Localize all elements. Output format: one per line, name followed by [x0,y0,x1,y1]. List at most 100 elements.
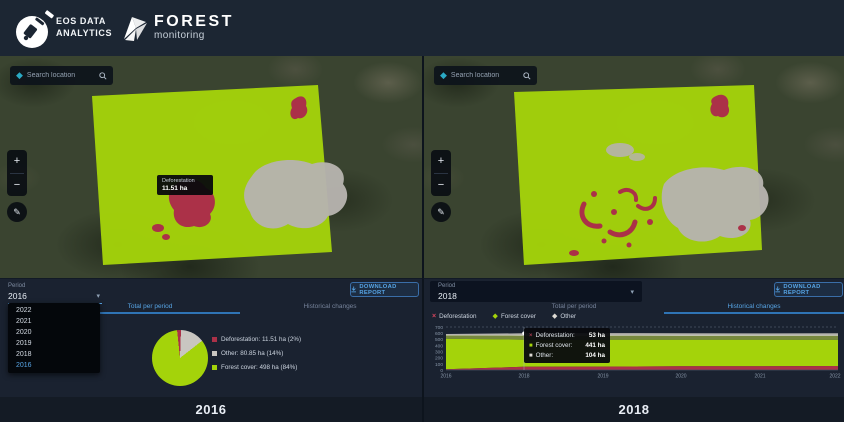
legend-marker-diamond: ◆ [552,313,557,320]
y-tick: 100 [435,362,443,368]
tooltip-label: Other: [536,352,554,359]
eos-logo-line1: EOS DATA [56,15,112,27]
legend-label: Other [560,313,576,320]
download-report-button[interactable]: DOWNLOAD REPORT [350,282,419,297]
legend-item-deforestation: Deforestation: 11.51 ha (2%) [212,336,301,343]
map-tooltip-title: Deforestation [162,178,208,184]
chevron-down-icon: ▾ [96,292,100,300]
other-area-small [606,143,634,157]
download-report-button[interactable]: DOWNLOAD REPORT [774,282,843,297]
panel-tabs-left: Total per period Historical changes [60,301,420,314]
map-2018[interactable]: ◆ + − ✎ [422,56,844,278]
search-input-right[interactable] [451,72,519,79]
tooltip-row-forest-cover: ■ Forest cover: 441 ha [529,342,605,349]
legend-item-forest-cover: ◆ Forest cover [493,313,536,320]
period-select-right[interactable]: Period 2018 ▾ [430,281,642,302]
search-box-right[interactable]: ◆ [434,66,537,85]
download-report-label: DOWNLOAD REPORT [359,284,418,296]
tooltip-row-other: ■ Other: 104 ha [529,352,605,359]
period-option-selected[interactable]: 2016 [8,360,100,371]
search-box-left[interactable]: ◆ [10,66,113,85]
forest-logo-title: FOREST [154,13,234,30]
tooltip-value: 104 ha [585,352,605,359]
period-option[interactable]: 2018 [8,349,100,360]
legend-marker-diamond: ◆ [493,313,498,320]
caption-year-2016: 2016 [196,402,227,417]
y-tick: 700 [435,325,443,331]
search-icon[interactable] [523,72,531,80]
legend-label: Other: 80.85 ha (14%) [221,350,283,357]
historical-area-chart[interactable]: 700 600 500 400 300 200 100 0 2016 2018 … [430,323,842,381]
search-input-left[interactable] [27,72,95,79]
map-tooltip-value: 11.51 ha [162,185,208,192]
pencil-icon: ✎ [13,207,21,218]
period-option[interactable]: 2021 [8,316,100,327]
chevron-down-icon: ▾ [630,288,634,296]
zoom-in-button[interactable]: + [7,150,27,173]
y-tick: 300 [435,350,443,356]
eos-pin-icon: ◆ [16,71,23,80]
deforestation-dot [738,225,746,231]
tooltip-marker-square: ■ [529,343,533,349]
forest-leaf-icon [122,15,150,43]
draw-aoi-button[interactable]: ✎ [431,202,451,222]
other-area-overlay [244,160,347,228]
x-tick: 2021 [754,374,765,380]
eos-satellite-icon [12,10,60,50]
tooltip-marker-square: ■ [529,353,533,359]
deforestation-dot [591,191,597,197]
legend-swatch-red [212,337,217,342]
legend-item-other: Other: 80.85 ha (14%) [212,350,301,357]
period-value-text: 2016 [8,291,27,301]
stats-panel-2016: Period 2016 ▾ Total per period Historica… [0,278,422,397]
y-tick: 200 [435,356,443,362]
download-report-label: DOWNLOAD REPORT [783,284,842,296]
eos-logo-text: EOS DATA ANALYTICS [56,15,112,39]
tooltip-label: Deforestation: [536,332,575,339]
deforestation-dot [602,239,607,244]
zoom-out-button[interactable]: − [7,174,27,197]
map-2016[interactable]: ◆ + − ✎ Deforestation 11.51 ha [0,56,422,278]
deforestation-dot [569,250,579,256]
legend-item-other: ◆ Other [552,313,576,320]
stats-panel-2018: Period 2018 ▾ Total per period Historica… [422,278,844,397]
draw-aoi-button[interactable]: ✎ [7,202,27,222]
land-cover-pie-chart [152,330,208,386]
legend-label: Deforestation [439,313,476,320]
pencil-icon: ✎ [437,207,445,218]
period-option[interactable]: 2019 [8,338,100,349]
tooltip-value: 441 ha [585,342,605,349]
legend-item-deforestation: × Deforestation [432,313,477,320]
pie-legend: Deforestation: 11.51 ha (2%) Other: 80.8… [212,336,301,371]
deforestation-dot [611,209,617,215]
zoom-control-right: + − [431,150,451,196]
x-tick: 2018 [518,374,529,380]
period-option[interactable]: 2020 [8,327,100,338]
forest-logo-text: FOREST monitoring [154,13,234,41]
tooltip-label: Forest cover: [536,342,573,349]
zoom-in-button[interactable]: + [431,150,451,173]
app-root: EOS DATA ANALYTICS FOREST monitoring ◆ [0,0,844,422]
search-icon[interactable] [99,72,107,80]
deforestation-dot [152,224,164,232]
period-label: Period [8,283,102,289]
top-header: EOS DATA ANALYTICS FOREST monitoring [0,0,844,56]
caption-year-2018: 2018 [619,402,650,417]
zoom-out-button[interactable]: − [431,174,451,197]
legend-label: Forest cover: 498 ha (84%) [221,364,297,371]
x-tick: 2019 [597,374,608,380]
tooltip-marker-x: × [529,333,533,339]
legend-marker-x: × [432,313,436,320]
tab-historical-changes[interactable]: Historical changes [664,301,844,314]
download-icon [775,286,780,293]
y-tick: 600 [435,331,443,337]
eos-logo-line2: ANALYTICS [56,27,112,39]
tooltip-value: 53 ha [589,332,605,339]
map-overlays-right [424,56,844,278]
legend-swatch-green [212,365,217,370]
period-option[interactable]: 2022 [8,305,100,316]
tab-historical-changes[interactable]: Historical changes [240,301,420,314]
deforestation-patch-small [710,95,729,118]
eos-pin-icon: ◆ [440,71,447,80]
area-forest-cover [446,339,838,370]
